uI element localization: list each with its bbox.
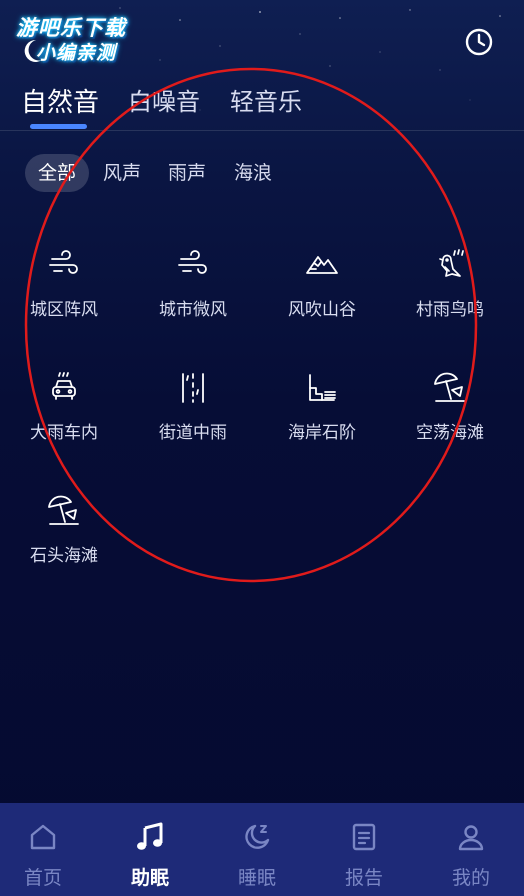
music-note-icon [137, 822, 163, 850]
mountain-icon [306, 256, 338, 274]
sound-label: 海岸石阶 [288, 423, 356, 443]
nav-label: 助眠 [130, 867, 169, 889]
history-button[interactable] [463, 26, 495, 58]
sound-label: 空荡海滩 [416, 423, 484, 443]
report-icon [352, 823, 376, 851]
nav-profile[interactable]: 我的 [419, 803, 523, 896]
sound-item-in-car-heavy-rain[interactable]: 大雨车内 [0, 370, 128, 480]
nav-sleep[interactable]: 睡眠 [205, 803, 309, 896]
watermark-line2: 小编亲测 [36, 42, 117, 64]
moon-sleep-icon [245, 824, 270, 849]
sound-item-valley-wind[interactable]: 风吹山谷 [258, 247, 386, 357]
tab-light-music[interactable]: 轻音乐 [230, 82, 302, 117]
clock-icon [465, 28, 493, 56]
filter-all[interactable]: 全部 [25, 154, 90, 192]
tab-active-indicator [30, 124, 87, 129]
category-tabs: 自然音 白噪音 轻音乐 [0, 82, 524, 130]
sound-item-stone-beach[interactable]: 石头海滩 [0, 493, 128, 603]
tab-divider [0, 130, 524, 131]
profile-icon [458, 825, 484, 851]
sound-item-city-breeze[interactable]: 城市微风 [129, 247, 257, 357]
bird-rain-icon [439, 249, 464, 277]
sound-label: 大雨车内 [30, 423, 98, 443]
beach-umbrella-icon [48, 495, 79, 525]
sound-item-village-rain-birds[interactable]: 村雨鸟鸣 [386, 247, 514, 357]
nav-home[interactable]: 首页 [0, 803, 95, 896]
sound-item-street-moderate-rain[interactable]: 街道中雨 [129, 370, 257, 480]
nav-label: 我的 [451, 867, 490, 889]
beach-umbrella-icon [434, 372, 465, 402]
nav-report[interactable]: 报告 [312, 803, 416, 896]
sound-item-empty-beach[interactable]: 空荡海滩 [386, 370, 514, 480]
street-rain-icon [182, 373, 204, 403]
sound-label: 城市微风 [159, 300, 227, 320]
stairs-icon [309, 374, 336, 401]
tab-white-noise[interactable]: 白噪音 [128, 82, 200, 117]
sound-label: 街道中雨 [159, 423, 227, 443]
filter-wind[interactable]: 风声 [103, 154, 141, 192]
nav-label: 报告 [344, 867, 383, 889]
sound-label: 城区阵风 [30, 300, 98, 320]
bottom-navigation: 首页 助眠 睡眠 报告 我的 [0, 803, 524, 896]
sound-item-coastal-steps[interactable]: 海岸石阶 [258, 370, 386, 480]
wind-icon [49, 250, 78, 274]
sound-label: 风吹山谷 [288, 300, 356, 320]
sound-item-urban-gust[interactable]: 城区阵风 [0, 247, 128, 357]
sound-label: 石头海滩 [30, 546, 98, 566]
sound-label: 村雨鸟鸣 [416, 300, 484, 320]
filter-waves[interactable]: 海浪 [234, 154, 272, 192]
nav-label: 首页 [23, 867, 62, 889]
nav-sleep-aid[interactable]: 助眠 [98, 803, 202, 896]
car-rain-icon [52, 372, 76, 400]
nav-label: 睡眠 [237, 867, 276, 889]
breeze-icon [178, 250, 207, 274]
filter-rain[interactable]: 雨声 [168, 154, 206, 192]
watermark-logo: 游吧乐下载 小编亲测 [14, 12, 154, 64]
home-icon [30, 824, 56, 850]
tab-nature-sounds[interactable]: 自然音 [21, 82, 99, 119]
